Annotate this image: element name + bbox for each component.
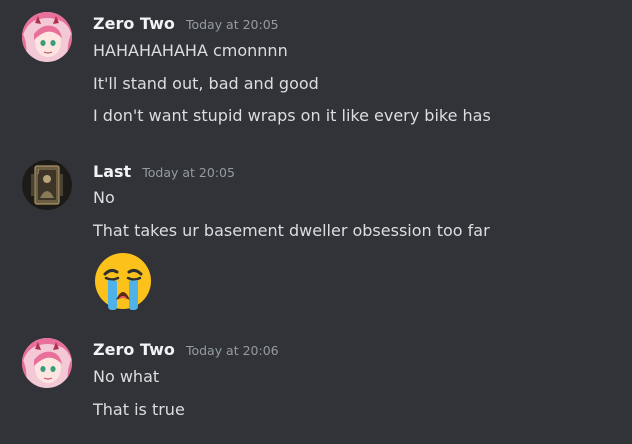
message-text: That is true <box>93 400 185 419</box>
username[interactable]: Zero Two <box>93 340 175 359</box>
message-text: No what <box>93 367 160 386</box>
message-group: Zero Two Today at 20:06 No what That is … <box>0 0 632 444</box>
timestamp[interactable]: Today at 20:06 <box>186 343 279 358</box>
message-header: Zero Two Today at 20:06 <box>93 340 279 359</box>
user-avatar[interactable] <box>22 338 72 388</box>
